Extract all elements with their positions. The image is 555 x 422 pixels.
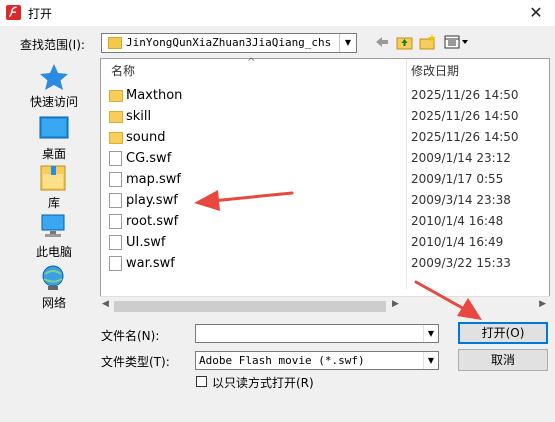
filename-label: 文件名(N): xyxy=(101,329,160,343)
file-date: 2010/1/4 16:49 xyxy=(411,235,504,249)
list-item[interactable]: root.swf 2010/1/4 16:48 xyxy=(101,211,549,232)
list-item[interactable]: skill 2025/11/26 14:50 xyxy=(101,106,549,127)
file-name: war.swf xyxy=(126,256,175,271)
place-network[interactable]: 网络 xyxy=(14,264,94,311)
file-date: 2025/11/26 14:50 xyxy=(411,130,519,144)
place-label: 网络 xyxy=(41,296,66,310)
file-date: 2025/11/26 14:50 xyxy=(411,109,519,123)
places-bar: 快速访问 桌面 库 此电脑 网络 xyxy=(14,57,94,317)
file-date: 2025/11/26 14:50 xyxy=(411,88,519,102)
filetype-dropdown[interactable]: Adobe Flash movie (*.swf) ▼ xyxy=(195,351,439,370)
scroll-right-icon[interactable]: ▶ xyxy=(392,299,399,309)
window-title: 打开 xyxy=(28,7,53,21)
file-icon xyxy=(109,235,122,250)
file-date: 2009/3/14 23:38 xyxy=(411,193,511,207)
file-date: 2009/1/14 23:12 xyxy=(411,151,511,165)
file-name: map.swf xyxy=(126,172,181,187)
file-name: Maxthon xyxy=(126,88,183,103)
horizontal-scrollbar[interactable]: ◀ ▶ ▶ xyxy=(100,296,550,315)
file-name: skill xyxy=(126,109,152,124)
scroll-right-icon[interactable]: ▶ xyxy=(539,299,546,309)
list-item[interactable]: UI.swf 2010/1/4 16:49 xyxy=(101,232,549,253)
file-date: 2010/1/4 16:48 xyxy=(411,214,504,228)
place-this-pc[interactable]: 此电脑 xyxy=(14,213,94,260)
new-folder-icon[interactable] xyxy=(419,34,437,52)
file-date: 2009/1/17 0:55 xyxy=(411,172,504,186)
file-icon xyxy=(109,214,122,229)
file-icon xyxy=(109,151,122,166)
file-icon xyxy=(109,172,122,187)
scroll-thumb[interactable] xyxy=(114,301,386,312)
list-item[interactable]: sound 2025/11/26 14:50 xyxy=(101,127,549,148)
chevron-down-icon[interactable]: ▼ xyxy=(423,325,438,342)
list-item[interactable]: Maxthon 2025/11/26 14:50 xyxy=(101,85,549,106)
back-arrow-icon[interactable] xyxy=(374,34,390,52)
list-item[interactable]: play.swf 2009/3/14 23:38 xyxy=(101,190,549,211)
star-icon xyxy=(39,63,69,91)
filetype-label: 文件类型(T): xyxy=(101,355,170,369)
place-library[interactable]: 库 xyxy=(14,164,94,211)
up-folder-icon[interactable] xyxy=(396,34,414,52)
filetype-value: Adobe Flash movie (*.swf) xyxy=(199,354,365,367)
place-label: 快速访问 xyxy=(29,95,78,109)
place-label: 库 xyxy=(47,196,60,210)
open-button[interactable]: 打开(O) xyxy=(458,322,548,344)
list-item[interactable]: war.swf 2009/3/22 15:33 xyxy=(101,253,549,274)
lookin-value: JinYongQunXiaZhuan3JiaQiang_chs xyxy=(126,36,332,49)
readonly-label: 以只读方式打开(R) xyxy=(212,376,314,390)
file-date: 2009/3/22 15:33 xyxy=(411,256,511,270)
chevron-down-icon[interactable]: ▼ xyxy=(339,34,356,52)
file-name: sound xyxy=(126,130,166,145)
place-desktop[interactable]: 桌面 xyxy=(14,115,94,162)
list-item[interactable]: CG.swf 2009/1/14 23:12 xyxy=(101,148,549,169)
folder-icon xyxy=(109,132,123,144)
title-bar xyxy=(0,0,555,26)
sort-ascending-icon: ^ xyxy=(247,57,256,68)
desktop-icon xyxy=(39,115,69,143)
lookin-dropdown[interactable]: JinYongQunXiaZhuan3JiaQiang_chs ▼ xyxy=(101,33,357,53)
readonly-checkbox[interactable] xyxy=(196,376,207,387)
lookin-label: 查找范围(I): xyxy=(20,38,85,52)
library-icon xyxy=(39,164,69,192)
file-name: root.swf xyxy=(126,214,179,229)
file-name: play.swf xyxy=(126,193,178,208)
view-menu-icon[interactable] xyxy=(444,34,472,52)
close-icon[interactable]: ✕ xyxy=(521,2,551,24)
network-icon xyxy=(39,264,69,292)
place-label: 此电脑 xyxy=(35,245,72,259)
list-item[interactable]: map.swf 2009/1/17 0:55 xyxy=(101,169,549,190)
place-label: 桌面 xyxy=(41,147,66,161)
folder-icon xyxy=(109,90,123,102)
flash-app-icon xyxy=(6,5,21,20)
filename-input[interactable]: ▼ xyxy=(195,324,439,343)
file-name: UI.swf xyxy=(126,235,166,250)
file-name: CG.swf xyxy=(126,151,172,166)
column-header-name[interactable]: 名称 xyxy=(111,59,135,83)
computer-icon xyxy=(39,213,69,241)
cancel-button[interactable]: 取消 xyxy=(458,349,548,371)
file-icon xyxy=(109,256,122,271)
file-list[interactable]: 名称 ^ 修改日期 Maxthon 2025/11/26 14:50 skill… xyxy=(100,57,550,314)
chevron-down-icon[interactable]: ▼ xyxy=(423,352,438,369)
place-quick-access[interactable]: 快速访问 xyxy=(14,63,94,110)
file-icon xyxy=(109,193,122,208)
folder-icon xyxy=(109,111,123,123)
column-header-date[interactable]: 修改日期 xyxy=(411,59,459,83)
folder-icon xyxy=(108,37,122,49)
scroll-left-icon[interactable]: ◀ xyxy=(102,299,109,309)
